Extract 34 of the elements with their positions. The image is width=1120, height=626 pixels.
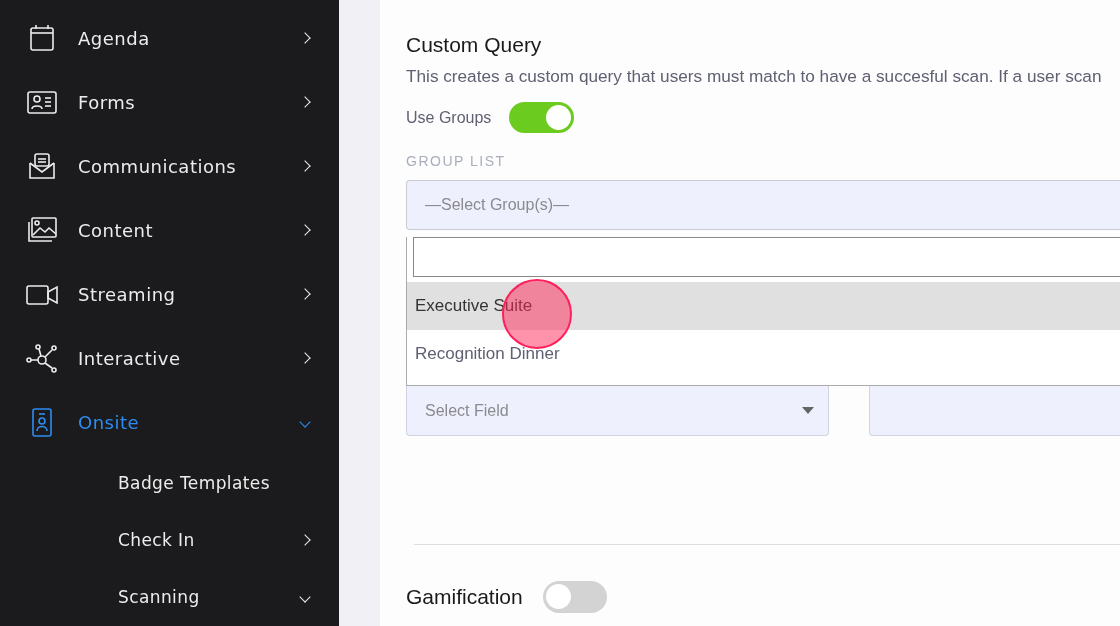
toggle-label: Use Groups bbox=[406, 108, 492, 127]
sidebar-subitem-label: Scanning bbox=[118, 586, 201, 607]
sidebar-item-label: Agenda bbox=[78, 27, 151, 49]
dropdown-option[interactable]: Recognition Dinner bbox=[407, 330, 1120, 378]
sidebar-item[interactable]: Communications bbox=[0, 134, 339, 198]
section-title: Custom Query bbox=[406, 33, 543, 57]
sidebar-item[interactable]: Forms bbox=[0, 70, 339, 134]
sidebar-subitem[interactable]: Check In bbox=[0, 511, 339, 568]
sidebar-item[interactable]: Agenda bbox=[0, 6, 339, 70]
section-description: This creates a custom query that users must match to have a succesful scan. If a user scan bbox=[406, 66, 1103, 87]
sidebar-subitem[interactable]: Scanning bbox=[0, 568, 339, 625]
section-title: Gamification bbox=[406, 585, 523, 609]
sidebar-item-label: Streaming bbox=[78, 283, 177, 305]
sidebar-item[interactable]: Interactive bbox=[0, 326, 339, 390]
sidebar-item[interactable]: Content bbox=[0, 198, 339, 262]
sidebar-item-label: Content bbox=[78, 219, 155, 241]
sidebar-item[interactable]: Streaming bbox=[0, 262, 339, 326]
sidebar-subitem-label: Badge Templates bbox=[118, 472, 271, 493]
sidebar-item-label: Onsite bbox=[78, 411, 141, 433]
caret-icon bbox=[802, 407, 814, 414]
search-field[interactable] bbox=[413, 237, 1120, 277]
sidebar-item-label: Communications bbox=[78, 155, 238, 177]
sidebar-item-label: Forms bbox=[78, 91, 137, 113]
toggle-switch[interactable] bbox=[542, 581, 607, 613]
field-label: GROUP LIST bbox=[406, 153, 507, 169]
sidebar-subitem-label: Check In bbox=[118, 529, 196, 550]
value-field[interactable] bbox=[869, 386, 1120, 436]
sidebar-subitem[interactable]: Badge Templates bbox=[0, 454, 339, 511]
network-icon bbox=[26, 342, 58, 374]
sidebar-item-label: Interactive bbox=[78, 347, 182, 369]
envelope-icon bbox=[26, 150, 58, 182]
sidebar-item[interactable]: Onsite bbox=[0, 390, 339, 454]
toggle-switch[interactable] bbox=[509, 102, 575, 133]
dropdown-option[interactable]: Executive Suite bbox=[407, 282, 1120, 330]
